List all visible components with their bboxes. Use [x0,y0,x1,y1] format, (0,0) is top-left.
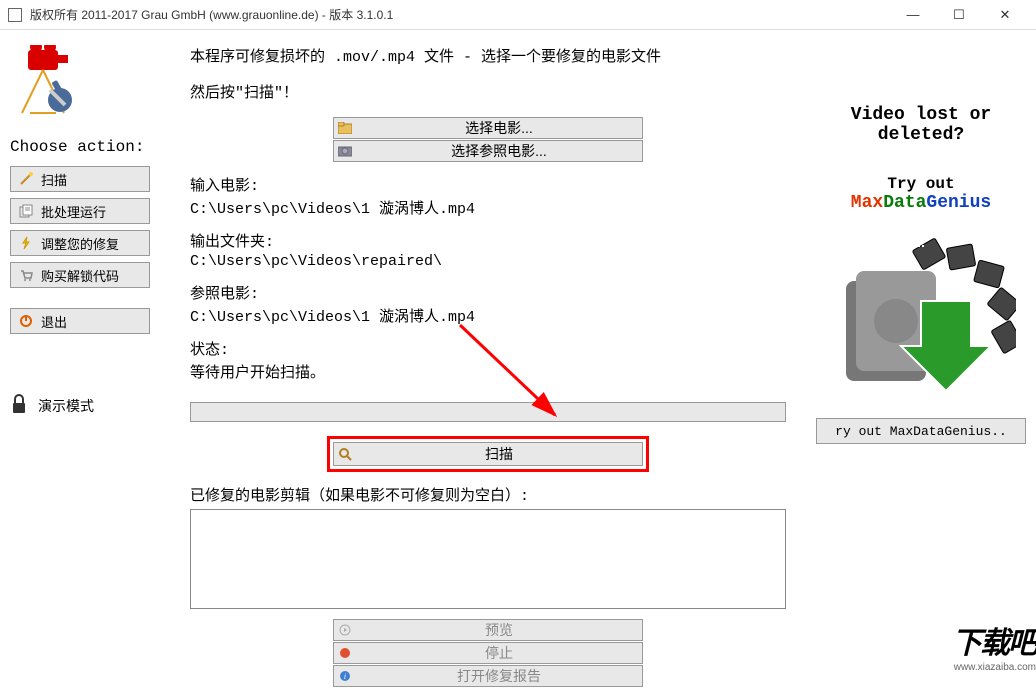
clips-label: 已修复的电影剪辑（如果电影不可修复则为空白）: [190,484,786,505]
buy-button[interactable]: 购买解锁代码 [10,262,150,288]
exit-label: 退出 [41,312,67,331]
cart-icon [17,266,35,284]
choose-ref-label: 选择参照电影... [356,141,642,161]
promo-panel: Video lost or deleted? Try out MaxDataGe… [806,30,1036,673]
wand-icon [17,170,35,188]
demo-mode: 演示模式 [10,394,160,417]
input-label: 输入电影: [190,174,786,195]
promo-graphic [816,228,1026,403]
preview-label: 预览 [356,620,642,640]
app-logo [10,40,160,133]
minimize-button[interactable]: — [890,0,936,30]
exit-button[interactable]: 退出 [10,308,150,334]
choose-movie-button[interactable]: 选择电影... [333,117,643,139]
scan-button-label: 扫描 [356,444,642,464]
status-text: 等待用户开始扫描。 [190,361,786,382]
choose-movie-label: 选择电影... [356,118,642,138]
folder-movie-icon [334,122,356,134]
stop-icon [334,647,356,659]
report-button[interactable]: i 打开修复报告 [333,665,643,687]
app-icon [8,8,22,22]
demo-label: 演示模式 [38,396,94,416]
magnify-icon [334,447,356,461]
stop-button[interactable]: 停止 [333,642,643,664]
batch-label: 批处理运行 [41,202,106,221]
watermark-url: www.xiazaiba.com [952,662,1036,673]
power-icon [17,312,35,330]
promo-brand: MaxDataGenius [816,193,1026,213]
svg-text:i: i [344,672,346,681]
choose-ref-button[interactable]: 选择参照电影... [333,140,643,162]
promo-data: Data [883,193,926,213]
batch-button[interactable]: 批处理运行 [10,198,150,224]
camera-icon [334,145,356,157]
adjust-button[interactable]: 调整您的修复 [10,230,150,256]
input-path: C:\Users\pc\Videos\1 漩涡博人.mp4 [190,197,786,218]
scan-highlight-box: 扫描 [327,436,649,472]
stop-label: 停止 [356,643,642,663]
promo-heading1: Video lost or [816,105,1026,125]
intro-line1: 本程序可修复损坏的 .mov/.mp4 文件 - 选择一个要修复的电影文件 [190,45,786,66]
report-label: 打开修复报告 [356,666,642,686]
scan-sidebar-label: 扫描 [41,170,67,189]
adjust-label: 调整您的修复 [41,234,119,253]
buy-label: 购买解锁代码 [41,266,119,285]
lock-icon [10,394,28,417]
intro-line2: 然后按"扫描"！ [190,81,786,102]
promo-max: Max [851,193,883,213]
window-title: 版权所有 2011-2017 Grau GmbH (www.grauonline… [30,6,890,23]
output-label: 输出文件夹: [190,230,786,251]
promo-tryout: Try out [816,175,1026,193]
watermark-text: 下载吧 [952,618,1036,662]
play-icon [334,624,356,636]
scan-button[interactable]: 扫描 [333,442,643,466]
promo-try-label: ry out MaxDataGenius.. [835,424,1007,439]
window-controls: — ☐ ✕ [890,0,1028,30]
info-icon: i [334,670,356,682]
status-label: 状态: [190,338,786,359]
output-path: C:\Users\pc\Videos\repaired\ [190,253,786,270]
preview-button[interactable]: 预览 [333,619,643,641]
batch-icon [17,202,35,220]
main-panel: 本程序可修复损坏的 .mov/.mp4 文件 - 选择一个要修复的电影文件 然后… [170,30,806,673]
ref-path: C:\Users\pc\Videos\1 漩涡博人.mp4 [190,305,786,326]
sidebar: Choose action: 扫描 批处理运行 调整您的修复 购买解锁代码 [0,30,170,673]
clips-listbox[interactable] [190,509,786,609]
progress-bar [190,402,786,422]
content: Choose action: 扫描 批处理运行 调整您的修复 购买解锁代码 [0,30,1036,673]
ref-label: 参照电影: [190,282,786,303]
lightning-icon [17,234,35,252]
choose-action-label: Choose action: [10,138,160,156]
close-button[interactable]: ✕ [982,0,1028,30]
maximize-button[interactable]: ☐ [936,0,982,30]
promo-heading2: deleted? [816,125,1026,145]
promo-try-button[interactable]: ry out MaxDataGenius.. [816,418,1026,444]
scan-sidebar-button[interactable]: 扫描 [10,166,150,192]
promo-genius: Genius [926,193,991,213]
watermark: 下载吧 www.xiazaiba.com [952,618,1036,673]
titlebar: 版权所有 2011-2017 Grau GmbH (www.grauonline… [0,0,1036,30]
